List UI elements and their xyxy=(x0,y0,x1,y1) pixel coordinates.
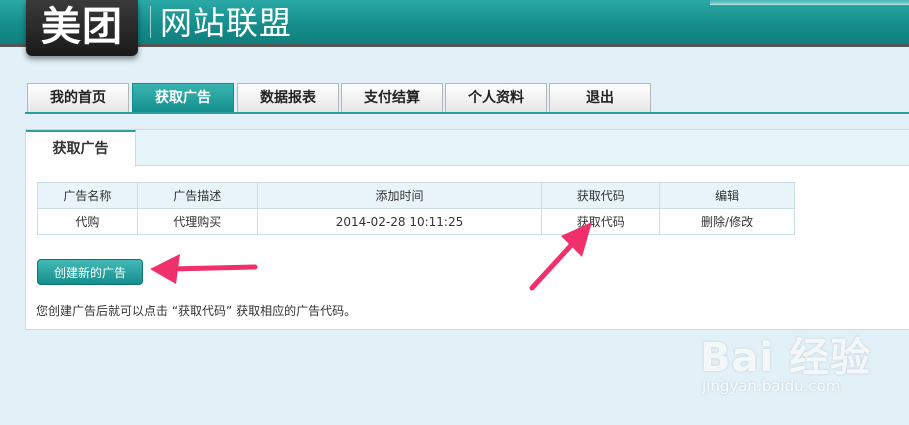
watermark-main-text: Bai 经验 xyxy=(700,335,872,381)
cell-get-code: 获取代码 xyxy=(541,208,661,235)
hint-text: 您创建广告后就可以点击 “获取代码” 获取相应的广告代码。 xyxy=(36,304,357,318)
tab-get-ads[interactable]: 获取广告 xyxy=(132,83,234,112)
delete-edit-link[interactable]: 删除/修改 xyxy=(701,215,753,229)
header-edit: 编辑 xyxy=(659,182,795,209)
header-accent-line xyxy=(710,0,909,5)
watermark-sub-text: jingyan.baidu.com xyxy=(702,377,841,395)
ads-table: 广告名称 广告描述 添加时间 获取代码 编辑 代购 代理购买 2014-02-2… xyxy=(37,182,795,235)
tab-payment[interactable]: 支付结算 xyxy=(341,83,443,112)
create-new-ad-button[interactable]: 创建新的广告 xyxy=(37,259,143,285)
table-row: 代购 代理购买 2014-02-28 10:11:25 获取代码 删除/修改 xyxy=(37,208,795,235)
table-header-row: 广告名称 广告描述 添加时间 获取代码 编辑 xyxy=(37,182,795,209)
header-separator xyxy=(150,6,151,38)
content-panel: 获取广告 广告名称 广告描述 添加时间 获取代码 编辑 代购 代理购买 2014… xyxy=(25,129,909,330)
header-ad-description: 广告描述 xyxy=(136,182,258,209)
header-added-time: 添加时间 xyxy=(256,182,543,209)
tab-logout[interactable]: 退出 xyxy=(549,83,651,112)
cell-ad-name: 代购 xyxy=(37,208,138,235)
baidu-jingyan-watermark: Bai 经验 jingyan.baidu.com xyxy=(700,325,905,405)
header-ad-name: 广告名称 xyxy=(37,182,138,209)
logo-text: 美团 xyxy=(41,4,123,50)
panel-tab-get-ads[interactable]: 获取广告 xyxy=(26,130,136,167)
tab-profile[interactable]: 个人资料 xyxy=(445,83,547,112)
tabs-underline xyxy=(25,112,909,114)
get-code-link[interactable]: 获取代码 xyxy=(577,215,625,229)
header-get-code: 获取代码 xyxy=(541,182,661,209)
tab-home[interactable]: 我的首页 xyxy=(27,83,129,112)
tab-data-report[interactable]: 数据报表 xyxy=(237,83,339,112)
cell-ad-description: 代理购买 xyxy=(136,208,258,235)
cell-edit: 删除/修改 xyxy=(659,208,795,235)
panel-header xyxy=(26,130,909,166)
cell-added-time: 2014-02-28 10:11:25 xyxy=(256,208,543,235)
site-title: 网站联盟 xyxy=(160,4,293,42)
meituan-logo[interactable]: 美团 xyxy=(26,0,138,56)
